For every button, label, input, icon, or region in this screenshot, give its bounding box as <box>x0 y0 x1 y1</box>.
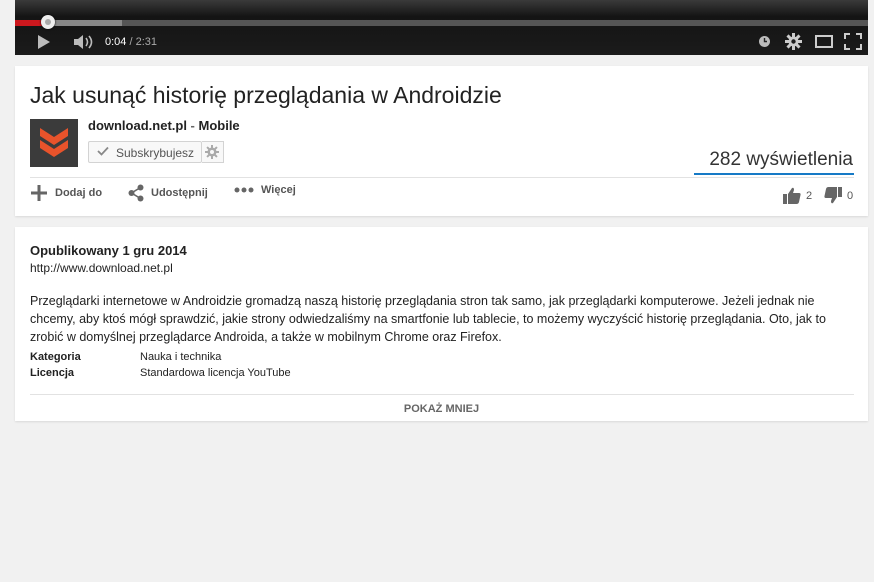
like-button[interactable]: 2 <box>783 187 812 204</box>
channel-title[interactable]: download.net.pl <box>88 118 187 133</box>
progress-bar[interactable] <box>15 20 868 26</box>
fullscreen-icon[interactable] <box>844 33 862 55</box>
channel-logo-icon <box>40 128 68 157</box>
description-link[interactable]: http://www.download.net.pl <box>30 261 173 275</box>
thumbs-up-icon <box>783 187 801 204</box>
gear-icon <box>205 145 219 159</box>
time-duration: 2:31 <box>135 36 158 48</box>
view-count: 282 wyświetlenia <box>709 149 853 170</box>
show-less-button[interactable]: POKAŻ MNIEJ <box>15 403 868 415</box>
add-to-button[interactable]: Dodaj do <box>30 184 102 202</box>
share-label: Udostępnij <box>151 187 208 199</box>
publish-date: Opublikowany 1 gru 2014 <box>30 243 187 258</box>
subscribe-button[interactable]: Subskrybujesz <box>88 141 202 163</box>
more-button[interactable]: Więcej <box>234 184 296 196</box>
description-text: Przeglądarki internetowe w Androidzie gr… <box>30 294 826 344</box>
meta-key-category: Kategoria <box>30 351 81 363</box>
watch-later-icon[interactable] <box>758 35 771 53</box>
video-info-card: Jak usunąć historię przeglądania w Andro… <box>15 66 868 216</box>
channel-separator: - <box>186 118 199 133</box>
like-count: 2 <box>806 189 813 202</box>
progress-scrubber[interactable] <box>40 15 55 29</box>
share-icon <box>128 184 144 202</box>
meta-key-license: Licencja <box>30 367 75 379</box>
player-controls: 0:04 / 2:31 <box>15 30 868 55</box>
thumbs-down-icon <box>824 187 842 204</box>
video-player[interactable]: 0:04 / 2:31 <box>15 0 868 55</box>
channel-suffix[interactable]: Mobile <box>199 118 240 133</box>
divider <box>30 394 854 395</box>
more-label: Więcej <box>261 184 296 196</box>
dislike-count: 0 <box>847 189 854 202</box>
channel-avatar[interactable] <box>30 119 78 167</box>
dislike-button[interactable]: 0 <box>824 187 853 204</box>
checkmark-icon <box>97 145 109 160</box>
meta-value-license: Standardowa licencja YouTube <box>140 367 291 379</box>
theater-icon[interactable] <box>815 35 833 53</box>
divider <box>30 177 854 178</box>
video-title: Jak usunąć historię przeglądania w Andro… <box>30 82 502 108</box>
add-to-label: Dodaj do <box>55 187 103 199</box>
subscription-settings-button[interactable] <box>202 141 224 163</box>
like-ratio-bar <box>694 173 854 175</box>
share-button[interactable]: Udostępnij <box>128 184 208 202</box>
subscribe-label: Subskrybujesz <box>116 146 195 160</box>
more-dots-icon <box>234 187 254 193</box>
meta-value-category[interactable]: Nauka i technika <box>140 351 221 363</box>
volume-icon[interactable] <box>73 34 95 55</box>
channel-name[interactable]: download.net.pl - Mobile <box>88 118 240 133</box>
time-current: 0:04 <box>105 36 127 48</box>
play-icon[interactable] <box>37 34 51 55</box>
plus-icon <box>31 185 47 201</box>
time-separator: / <box>126 36 136 48</box>
description-card: Opublikowany 1 gru 2014 http://www.downl… <box>15 227 868 421</box>
time-display: 0:04 / 2:31 <box>105 36 157 48</box>
gear-icon[interactable] <box>785 33 802 55</box>
